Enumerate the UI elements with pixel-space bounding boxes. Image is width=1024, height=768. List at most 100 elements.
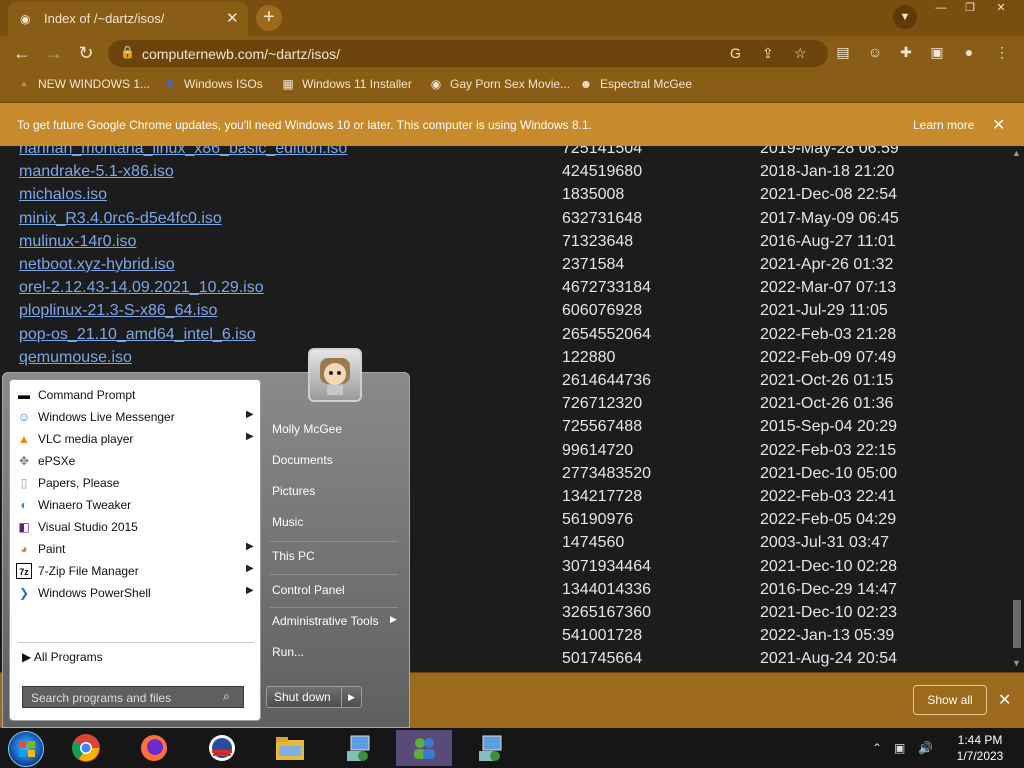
network-icon[interactable]: ▣ [894,741,905,755]
tab-active[interactable]: ◉ Index of /~dartz/isos/ ✕ [8,2,248,36]
scrollbar-thumb[interactable] [1013,600,1021,648]
taskbar-firefox[interactable] [126,730,182,766]
tab-close-icon[interactable]: ✕ [226,9,239,27]
scroll-up-icon[interactable]: ▲ [1012,148,1021,158]
submenu-arrow-icon: ▶ [246,563,254,574]
side-panel-icon[interactable]: ▣ [927,44,947,64]
new-tab-button[interactable]: + [256,5,282,31]
profile-icon[interactable]: ● [959,44,979,64]
start-program-item[interactable]: ❯ Windows PowerShell ▶ [14,582,258,604]
url-text[interactable]: computernewb.com/~dartz/isos/ [142,46,340,62]
gamepad-icon: ✥ [18,454,30,468]
bookmark-label: Windows ISOs [184,77,263,91]
address-bar[interactable]: 🔒 computernewb.com/~dartz/isos/ G ⇪ ☆ [108,40,828,67]
tab-strip: ◉ Index of /~dartz/isos/ ✕ + ▼ — ❐ ✕ [0,0,1024,36]
start-program-item[interactable]: ☺ Windows Live Messenger ▶ [14,406,258,428]
shelf-close-icon[interactable]: ✕ [998,690,1011,710]
file-link[interactable]: netboot.xyz-hybrid.iso [19,256,175,274]
file-link[interactable]: michalos.iso [19,186,107,204]
obama-logo-icon [209,735,235,761]
reload-icon[interactable]: ↻ [74,42,98,64]
taskbar-chrome[interactable] [58,730,114,766]
infobar-close-icon[interactable]: ✕ [992,115,1005,135]
table-row: mulinux-14r0.iso 71323648 2016-Aug-27 11:0… [0,233,1010,256]
file-date: 2019-May-28 06:59 [760,146,899,157]
taskbar-messenger[interactable] [396,730,452,766]
bookmark-item[interactable]: ▫ NEW WINDOWS 1... [16,77,150,91]
file-link[interactable]: mandrake-5.1-x86.iso [19,163,174,181]
bookmark-item[interactable]: X Windows ISOs [162,77,263,91]
window-close-icon[interactable]: ✕ [986,0,1016,18]
restore-icon[interactable]: ❐ [955,0,985,18]
start-button[interactable] [8,731,44,767]
file-date: 2015-Sep-04 20:29 [760,418,897,436]
bookmark-star-icon[interactable]: ☆ [794,45,807,62]
learn-more-link[interactable]: Learn more [913,118,974,132]
show-all-button[interactable]: Show all [913,685,987,715]
folder-icon [276,737,304,760]
shutdown-options-icon[interactable]: ▶ [341,687,361,707]
share-icon[interactable]: ⇪ [762,45,774,62]
start-link-run[interactable]: Run... [272,645,304,659]
table-row: qemumouse.iso 122880 2022-Feb-09 07:49 [0,349,1010,372]
start-program-item[interactable]: ▬ Command Prompt [14,384,258,406]
taskbar-remote-desktop-2[interactable] [462,730,518,766]
volume-icon[interactable]: 🔊 [918,741,933,755]
program-label: Papers, Please [38,476,120,490]
start-program-item[interactable]: ◧ Visual Studio 2015 [14,516,258,538]
taskbar-file-explorer[interactable] [262,730,318,766]
triangle-right-icon: ▶ [22,650,34,664]
start-program-item[interactable]: ▲ VLC media player ▶ [14,428,258,450]
all-programs-item[interactable]: ▶ All Programs [22,650,103,664]
file-link[interactable]: orel-2.12.43-14.09.2021_10.29.iso [19,279,264,297]
start-link-user[interactable]: Molly McGee [272,422,342,436]
start-link-music[interactable]: Music [272,515,303,529]
minimize-icon[interactable]: — [926,0,956,18]
avatar-extension-icon[interactable]: ☺ [865,44,885,64]
file-size: 2371584 [562,256,625,273]
vertical-scrollbar[interactable]: ▲ ▼ [1010,146,1024,672]
scroll-down-icon[interactable]: ▼ [1012,658,1021,668]
start-program-item[interactable]: ◐ Winaero Tweaker [14,494,258,516]
program-label: ePSXe [38,454,76,468]
file-link[interactable]: minix_R3.4.0rc6-d5e4fc0.iso [19,210,222,228]
taskbar-obama-logo[interactable] [194,730,250,766]
search-icon[interactable]: ⌕ [223,689,230,704]
program-label: Visual Studio 2015 [38,520,138,534]
taskbar: ⌃ ▣ 🔊 1:44 PM 1/7/2023 [0,728,1024,768]
file-date: 2021-Dec-10 02:28 [760,557,897,575]
google-lens-icon[interactable]: G [730,45,741,61]
bookmark-item[interactable]: ◉ Gay Porn Sex Movie... [428,77,570,91]
start-link-documents[interactable]: Documents [272,453,333,467]
start-link-pictures[interactable]: Pictures [272,484,315,498]
flag-extension-icon[interactable]: ▤ [833,44,853,64]
file-link[interactable]: qemumouse.iso [19,349,132,367]
start-program-item[interactable]: ◕ Paint ▶ [14,538,258,560]
tray-overflow-chevron-icon[interactable]: ⌃ [872,741,882,755]
start-program-item[interactable]: 7z 7-Zip File Manager ▶ [14,560,258,582]
start-link-this-pc[interactable]: This PC [272,549,315,563]
file-link[interactable]: mulinux-14r0.iso [19,233,136,251]
clock-date: 1/7/2023 [956,749,1004,763]
start-program-item[interactable]: ▯ Papers, Please [14,472,258,494]
shutdown-button[interactable]: Shut down ▶ [266,686,362,708]
forward-arrow-icon[interactable]: → [42,42,66,64]
extensions-puzzle-icon[interactable]: ✚ [896,44,916,64]
system-clock[interactable]: 1:44 PM 1/7/2023 [940,732,1020,764]
start-link-admin-tools[interactable]: Administrative Tools [272,614,379,628]
bookmark-item[interactable]: ▦ Windows 11 Installer [280,77,412,91]
bookmark-item[interactable]: ☻ Espectral McGee [578,77,692,91]
start-program-item[interactable]: ✥ ePSXe [14,450,258,472]
tab-search-chevron-icon[interactable]: ▼ [893,5,917,29]
user-avatar[interactable] [308,348,362,402]
start-search-input[interactable]: Search programs and files ⌕ [22,686,244,708]
back-arrow-icon[interactable]: ← [10,42,34,64]
file-link[interactable]: hannah_montana_linux_x86_basic_edition.i… [19,146,347,158]
menu-kebab-icon[interactable]: ⋮ [992,44,1012,64]
start-link-control-panel[interactable]: Control Panel [272,583,345,597]
file-date: 2021-Dec-10 05:00 [760,464,897,482]
taskbar-remote-desktop[interactable] [330,730,386,766]
file-link[interactable]: pop-os_21.10_amd64_intel_6.iso [19,326,256,344]
installer-icon: ▦ [282,77,294,91]
file-link[interactable]: ploplinux-21.3-S-x86_64.iso [19,302,217,320]
